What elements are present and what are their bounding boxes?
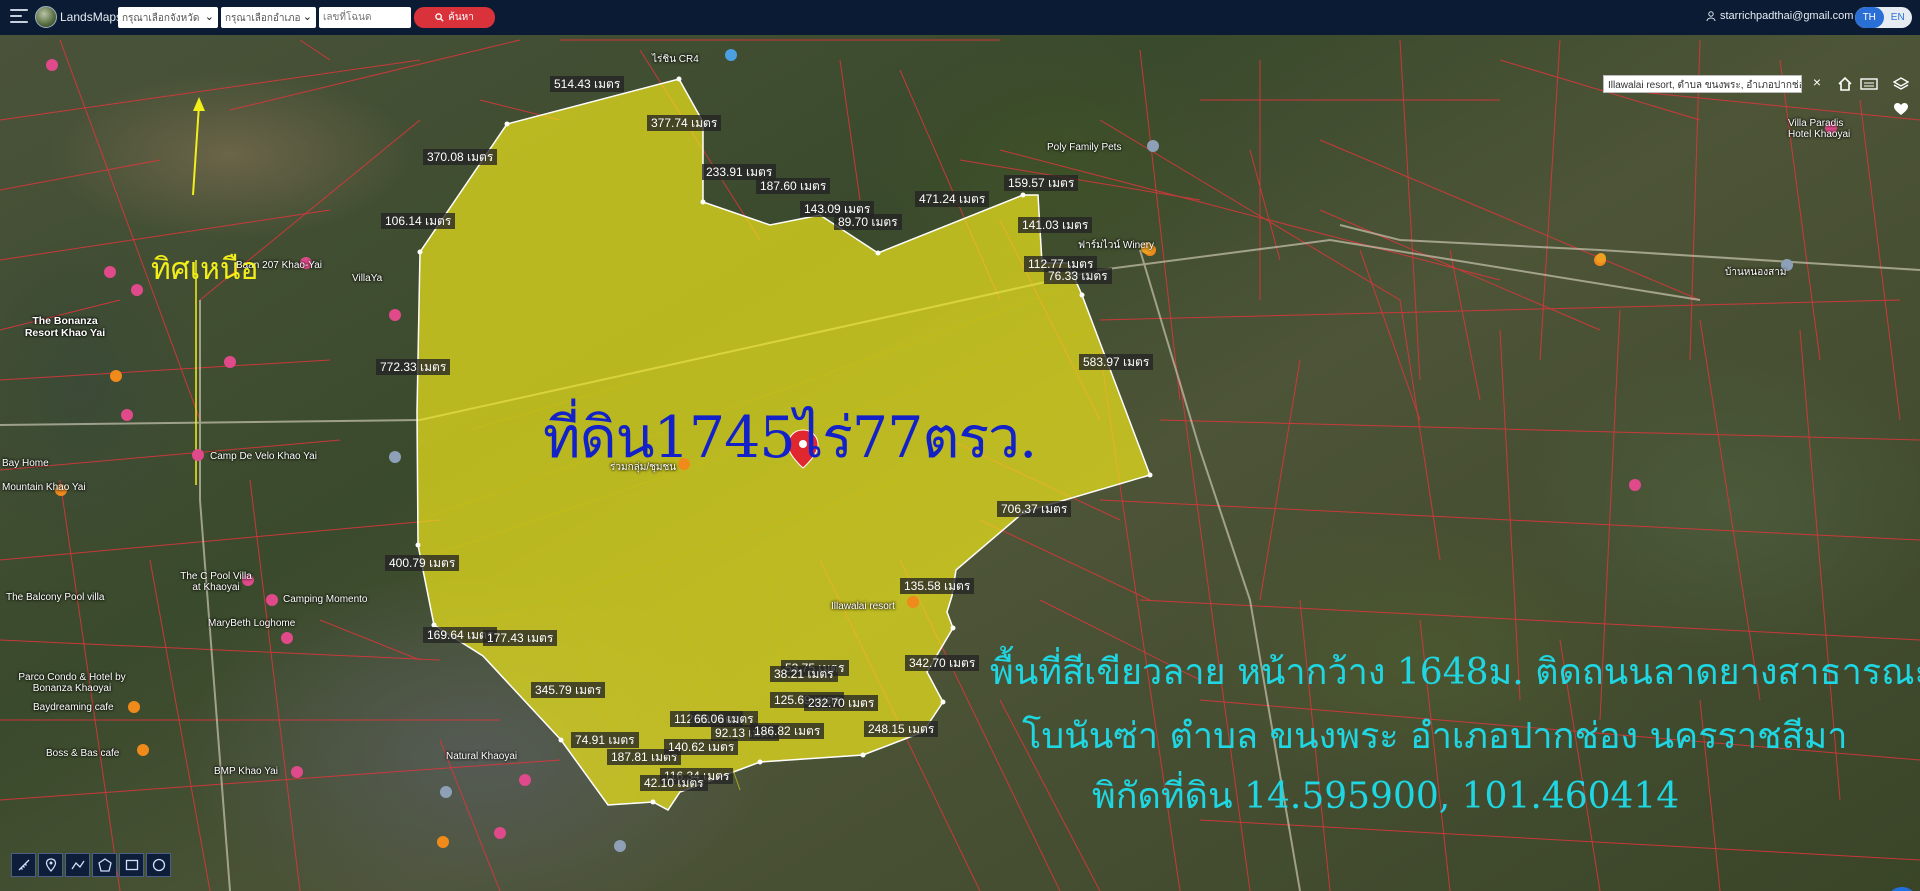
distance-label: 583.97 เมตร: [1079, 354, 1154, 370]
place-label: MaryBeth Loghome: [208, 618, 296, 629]
place-label: ไร่ชิน CR4: [652, 54, 699, 65]
province-select-value: กรุณาเลือกจังหวัด: [122, 13, 200, 24]
distance-label: 471.24 เมตร: [915, 191, 990, 207]
distance-label: 377.74 เมตร: [647, 115, 722, 131]
province-select[interactable]: กรุณาเลือกจังหวัด ⌄: [118, 7, 218, 28]
distance-label: 42.10 เมตร: [640, 775, 708, 791]
chevron-down-icon: ⌄: [302, 11, 312, 23]
language-toggle[interactable]: TH EN: [1855, 7, 1912, 28]
top-bar: LandsMaps กรุณาเลือกจังหวัด ⌄ กรุณาเลือก…: [0, 0, 1920, 35]
lang-th-button[interactable]: TH: [1855, 7, 1884, 28]
place-label: Natural Khaoyai: [446, 751, 518, 762]
distance-label: 106.14 เมตร: [381, 213, 456, 229]
distance-label: 186.82 เมตร: [750, 723, 825, 739]
selected-place-info[interactable]: Illawalai resort, ตำบล ขนงพระ, อำเภอปากช…: [1603, 75, 1802, 93]
distance-label: 135.58 เมตร: [900, 578, 975, 594]
place-label: Mountain Khao Yai: [2, 482, 86, 493]
district-select-value: กรุณาเลือกอำเภอ: [225, 13, 301, 24]
district-select[interactable]: กรุณาเลือกอำเภอ ⌄: [221, 7, 316, 28]
circle-icon[interactable]: [146, 853, 171, 877]
search-icon: [435, 13, 444, 22]
heart-icon[interactable]: [1890, 98, 1912, 120]
distance-label: 76.33 เมตร: [1044, 268, 1112, 284]
distance-label: 400.79 เมตร: [385, 555, 460, 571]
user-icon: [1706, 11, 1716, 21]
distance-label: 177.43 เมตร: [483, 630, 558, 646]
distance-label: 706.37 เมตร: [997, 501, 1072, 517]
distance-label: 772.33 เมตร: [376, 359, 451, 375]
landsmaps-logo[interactable]: [35, 6, 57, 28]
distance-label: 74.91 เมตร: [571, 732, 639, 748]
place-label: VillaYa: [352, 273, 383, 284]
marker-pin-icon[interactable]: [38, 853, 63, 877]
close-icon[interactable]: ×: [1809, 74, 1825, 94]
drawing-toolbar: [11, 853, 171, 877]
place-label: Baydreaming cafe: [33, 702, 114, 713]
user-email: starrichpadthai@gmail.com: [1720, 10, 1854, 22]
distance-label: 342.70 เมตร: [905, 655, 980, 671]
hamburger-menu-icon[interactable]: [10, 9, 28, 25]
land-description-line: โบนันซ่า ตำบล ขนงพระ อำเภอปากช่อง นครราช…: [1022, 716, 1848, 757]
map-canvas[interactable]: 514.43 เมตร 377.74 เมตร 370.08 เมตร 233.…: [0, 35, 1920, 891]
search-button[interactable]: ค้นหา: [414, 7, 495, 28]
place-label: The C Pool Villa at Khaoyai: [180, 571, 252, 593]
deed-number-input[interactable]: [319, 7, 411, 28]
place-label: Poly Family Pets: [1047, 142, 1122, 153]
place-label: BMP Khao Yai: [214, 766, 278, 777]
distance-label: 159.57 เมตร: [1004, 175, 1079, 191]
measure-ruler-icon[interactable]: [11, 853, 36, 877]
distance-label: 89.70 เมตร: [834, 214, 902, 230]
lang-en-button[interactable]: EN: [1884, 7, 1913, 28]
north-direction-label: ทิศเหนือ: [151, 252, 259, 287]
land-size-title: ที่ดิน1745ไร่77ตรว.: [543, 405, 1037, 471]
polyline-icon[interactable]: [65, 853, 90, 877]
place-label: ฟาร์มไวน์ Winery: [1078, 240, 1155, 251]
polygon-icon[interactable]: [92, 853, 117, 877]
app-brand[interactable]: LandsMaps: [60, 10, 122, 24]
home-icon[interactable]: [1834, 73, 1856, 95]
rectangle-icon[interactable]: [119, 853, 144, 877]
place-label: Camping Momento: [283, 594, 368, 605]
distance-label: 187.60 เมตร: [756, 178, 831, 194]
distance-label: 370.08 เมตร: [423, 149, 498, 165]
place-label: Parco Condo & Hotel by Bonanza Khaoyai: [18, 672, 126, 694]
keyboard-icon[interactable]: [1858, 73, 1880, 95]
place-label: Villa Paradis Hotel Khaoyai: [1788, 118, 1851, 140]
place-label: Illawalai resort: [831, 601, 895, 612]
distance-label: 141.03 เมตร: [1018, 217, 1093, 233]
user-menu[interactable]: starrichpadthai@gmail.com ⌄: [1706, 10, 1866, 22]
distance-label: 248.15 เมตร: [864, 721, 939, 737]
distance-label: 38.21 เมตร: [770, 666, 838, 682]
land-description-line: พื้นที่สีเขียวลาย หน้ากว้าง 1648ม. ติดถน…: [990, 652, 1920, 693]
place-label: The Balcony Pool villa: [6, 592, 105, 603]
layers-icon[interactable]: [1890, 73, 1912, 95]
distance-label: 514.43 เมตร: [550, 76, 625, 92]
search-button-label: ค้นหา: [448, 12, 474, 23]
place-label: บ้านหนองสาม: [1725, 267, 1787, 278]
place-label: Camp De Velo Khao Yai: [210, 451, 317, 462]
place-label: The Bonanza Resort Khao Yai: [24, 315, 106, 339]
distance-label: 232.70 เมตร: [804, 695, 879, 711]
distance-label: 345.79 เมตร: [531, 682, 606, 698]
land-coordinates-line: พิกัดที่ดิน 14.595900, 101.460414: [1092, 776, 1680, 817]
place-label: Bay Home: [2, 458, 49, 469]
chevron-down-icon: ⌄: [204, 11, 214, 23]
distance-label: 140.62 เมตร: [664, 739, 739, 755]
place-label: Boss & Bas cafe: [46, 748, 120, 759]
